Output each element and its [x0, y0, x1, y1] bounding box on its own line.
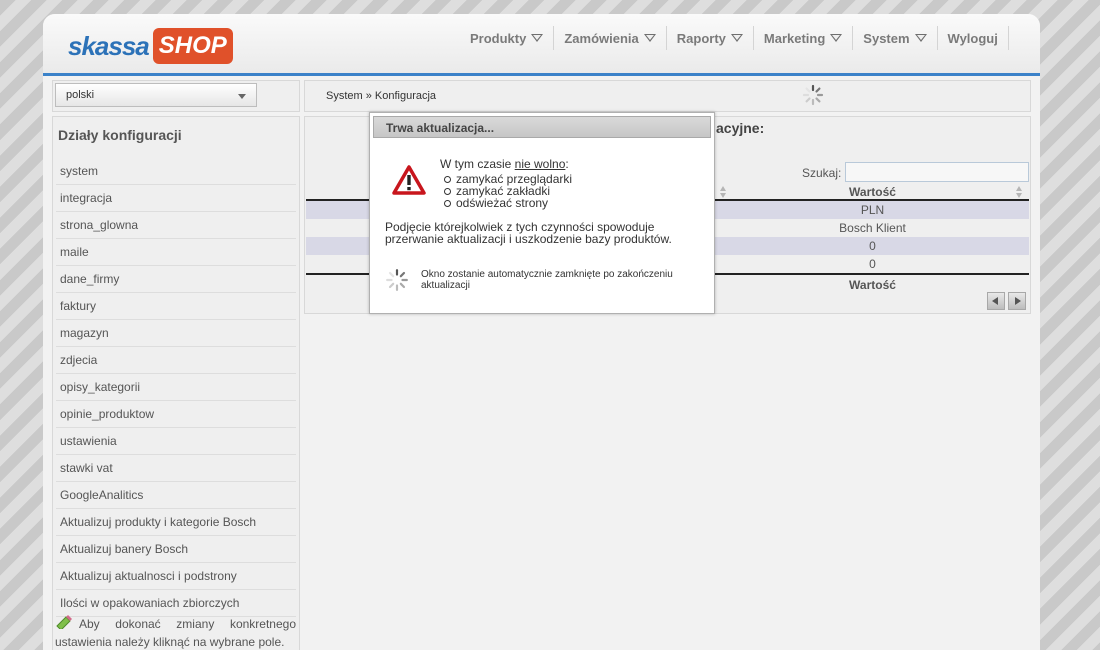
table-cell-value: 0 — [869, 257, 876, 271]
nav-produkty[interactable]: Produkty — [460, 26, 555, 50]
arrow-left-icon — [992, 297, 998, 305]
sidebar-item-magazyn[interactable]: magazyn — [56, 320, 296, 347]
column-header-wartosc[interactable]: Wartość — [716, 185, 1029, 199]
sidebar-item-zdjecia[interactable]: zdjecia — [56, 347, 296, 374]
sidebar-item-aktualizuj-aktualnosci[interactable]: Aktualizuj aktualnosci i podstrony — [56, 563, 296, 590]
sidebar-item-aktualizuj-banery[interactable]: Aktualizuj banery Bosch — [56, 536, 296, 563]
sidebar-hint-text: Aby dokonać zmiany konkretnego ustawieni… — [55, 617, 296, 649]
dialog-lead-emphasis: nie wolno — [514, 157, 566, 171]
sidebar-hint: Aby dokonać zmiany konkretnego ustawieni… — [55, 614, 296, 650]
column-footer-wartosc: Wartość — [849, 278, 896, 292]
logo[interactable]: skassa SHOP — [68, 27, 233, 65]
nav-zamowienia[interactable]: Zamówienia — [554, 26, 667, 50]
content-title: acyjne: — [716, 120, 765, 136]
table-cell-value: Bosch Klient — [839, 221, 906, 235]
pagination — [987, 292, 1026, 310]
nav-label: Marketing — [763, 30, 826, 46]
sidebar-item-aktualizuj-produkty[interactable]: Aktualizuj produkty i kategorie Bosch — [56, 509, 296, 536]
logo-text-skassa: skassa — [68, 30, 150, 61]
sidebar-item-strona-glowna[interactable]: strona_glowna — [56, 212, 296, 239]
sidebar-item-faktury[interactable]: faktury — [56, 293, 296, 320]
dialog-lead-prefix: W tym czasie — [440, 157, 515, 171]
next-page-button[interactable] — [1008, 292, 1026, 310]
nav-system[interactable]: System — [853, 26, 938, 50]
sidebar-item-system[interactable]: system — [56, 158, 296, 185]
table-cell-value: PLN — [860, 203, 885, 217]
sidebar-title: Działy konfiguracji — [58, 127, 182, 143]
nav-marketing[interactable]: Marketing — [754, 26, 854, 50]
sidebar-item-opinie-produktow[interactable]: opinie_produktow — [56, 401, 296, 428]
sidebar-item-ustawienia[interactable]: ustawienia — [56, 428, 296, 455]
nav-label: Produkty — [470, 30, 527, 46]
main-nav: Produkty Zamówienia Raporty Marketing Sy… — [460, 26, 1009, 50]
dialog-lead-text: W tym czasie nie wolno: — [440, 157, 569, 171]
nav-label: Wyloguj — [947, 30, 998, 46]
nav-label: Zamówienia — [564, 30, 639, 46]
sidebar-item-dane-firmy[interactable]: dane_firmy — [56, 266, 296, 293]
sidebar-item-opisy-kategorii[interactable]: opisy_kategorii — [56, 374, 296, 401]
dialog-forbidden-list: zamykać przeglądarki zamykać zakładki od… — [440, 173, 572, 209]
chevron-down-icon — [238, 94, 246, 99]
dialog-auto-close-note: Okno zostanie automatycznie zamknięte po… — [421, 269, 673, 291]
language-selected-value: polski — [66, 89, 95, 101]
caret-down-icon — [830, 34, 843, 42]
header-divider — [43, 73, 1040, 76]
loading-spinner-icon — [386, 269, 408, 291]
sidebar-item-maile[interactable]: maile — [56, 239, 296, 266]
caret-down-icon — [730, 34, 743, 42]
language-select[interactable]: polski — [55, 83, 257, 107]
table-cell-value: 0 — [869, 239, 876, 253]
list-item: odświeżać strony — [440, 197, 572, 209]
sidebar-item-stawki-vat[interactable]: stawki vat — [56, 455, 296, 482]
pencil-icon — [56, 615, 72, 629]
caret-down-icon — [914, 34, 927, 42]
sidebar-item-google-analitics[interactable]: GoogleAnalitics — [56, 482, 296, 509]
sidebar-list: system integracja strona_glowna maile da… — [56, 158, 296, 617]
caret-down-icon — [531, 34, 544, 42]
warning-icon — [392, 165, 426, 195]
nav-wyloguj[interactable]: Wyloguj — [938, 26, 1009, 50]
loading-spinner-icon — [802, 84, 824, 106]
logo-text-shop: SHOP — [152, 28, 233, 64]
nav-label: Raporty — [676, 30, 726, 46]
nav-label: System — [863, 30, 910, 46]
dialog-title: Trwa aktualizacja... — [373, 116, 711, 138]
update-progress-dialog: Trwa aktualizacja... W tym czasie nie wo… — [369, 112, 715, 314]
sidebar-item-ilosci-w-opakowaniach[interactable]: Ilości w opakowaniach zbiorczych — [56, 590, 296, 617]
search-input[interactable] — [845, 162, 1029, 182]
sort-icon[interactable] — [1016, 186, 1022, 198]
arrow-right-icon — [1015, 297, 1021, 305]
breadcrumb: System » Konfiguracja — [326, 90, 437, 102]
sidebar-item-integracja[interactable]: integracja — [56, 185, 296, 212]
dialog-lead-suffix: : — [565, 157, 569, 171]
nav-raporty[interactable]: Raporty — [667, 26, 754, 50]
prev-page-button[interactable] — [987, 292, 1005, 310]
dialog-warning-text: Podjęcie którejkolwiek z tych czynności … — [385, 220, 672, 246]
caret-down-icon — [643, 34, 656, 42]
search-label: Szukaj: — [802, 166, 842, 180]
